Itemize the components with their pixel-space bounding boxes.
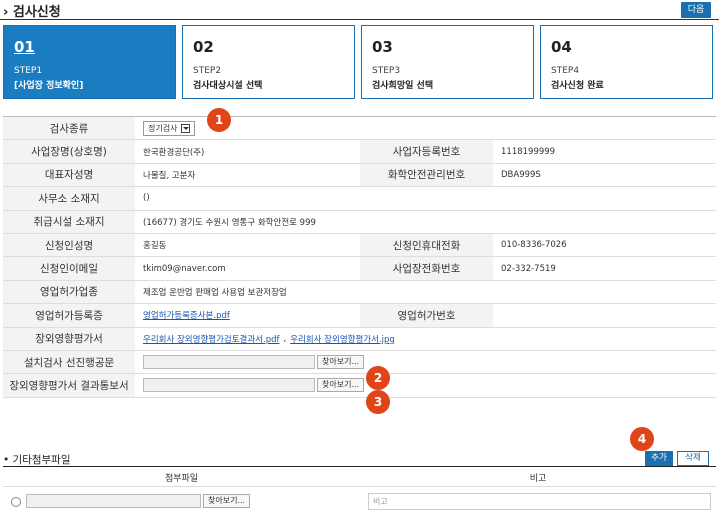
offsite-result-doc-browse-button[interactable]: 찾아보기... xyxy=(317,378,365,393)
next-button[interactable]: 다음 xyxy=(681,2,711,18)
license-type-label: 영업허가업종 xyxy=(3,280,135,304)
attachments-title: • 기타첨부파일 xyxy=(3,454,71,466)
offsite-result-doc-label: 장외영향평가서 결과통보서 xyxy=(3,374,135,397)
callout-badge-2: 2 xyxy=(366,366,390,390)
pre-install-doc-browse-button[interactable]: 찾아보기... xyxy=(317,355,365,370)
attachment-file-input[interactable] xyxy=(26,494,201,508)
offsite-result-doc-file-input[interactable] xyxy=(143,378,315,393)
step-desc: 검사대상시설 선택 xyxy=(193,81,263,91)
step-number: 03 xyxy=(372,38,393,56)
inspection-type-label: 검사종류 xyxy=(3,117,135,140)
page-title: › 검사신청 xyxy=(3,5,61,20)
add-attachment-button[interactable]: 추가 xyxy=(645,451,673,466)
attachment-row: 찾아보기... 비고 xyxy=(3,493,716,515)
attachments-header: 첨부파일 비고 xyxy=(3,468,716,487)
representative-value: 나물질, 고분자 xyxy=(143,170,196,181)
row-facility-address: 취급시설 소재지 (16677) 경기도 수원시 영통구 화학안전로 999 xyxy=(3,210,716,234)
applicant-email-label: 신청인이메일 xyxy=(3,257,135,280)
offsite-assessment-label: 장외영향평가서 xyxy=(3,327,135,350)
attachment-browse-button[interactable]: 찾아보기... xyxy=(203,494,251,508)
license-type-value: 제조업 운반업 판매업 사용업 보관저장업 xyxy=(143,287,287,298)
step-desc: 검사희망일 선택 xyxy=(372,81,434,91)
step-indicator: 01 STEP1 [사업장 정보확인] 02 STEP2 검사대상시설 선택 0… xyxy=(3,25,716,99)
facility-address-value: (16677) 경기도 수원시 영통구 화학안전로 999 xyxy=(143,217,316,228)
applicant-email-value: tkim09@naver.com xyxy=(143,263,226,274)
biz-reg-no-value: 1118199999 xyxy=(501,146,556,157)
row-inspection-type: 검사종류 정기검사 xyxy=(3,117,716,141)
business-phone-label: 사업장전화번호 xyxy=(360,257,493,280)
office-address-label: 사무소 소재지 xyxy=(3,187,135,210)
offsite-review-file-link[interactable]: 우리회사 장외영향평가검토결과서.pdf xyxy=(143,333,280,345)
pre-install-doc-label: 설치검사 선진행공문 xyxy=(3,350,135,374)
delete-attachment-button[interactable]: 삭제 xyxy=(677,451,709,466)
pre-install-doc-file-input[interactable] xyxy=(143,355,315,370)
column-header-note: 비고 xyxy=(529,474,547,484)
callout-badge-4: 4 xyxy=(630,427,654,451)
step-label: STEP2 xyxy=(193,66,222,76)
business-phone-value: 02-332-7519 xyxy=(501,263,556,274)
dropdown-arrow-icon xyxy=(181,123,191,133)
applicant-mobile-value: 010-8336-7026 xyxy=(501,240,567,251)
file-separator: , xyxy=(283,333,287,344)
facility-address-label: 취급시설 소재지 xyxy=(3,210,135,233)
row-contact: 신청인이메일 tkim09@naver.com 사업장전화번호 02-332-7… xyxy=(3,257,716,281)
row-representative: 대표자성명 나물질, 고분자 화학안전관리번호 DBA999S xyxy=(3,163,716,188)
step-label: STEP1 xyxy=(14,66,43,76)
row-license-type: 영업허가업종 제조업 운반업 판매업 사용업 보관저장업 xyxy=(3,280,716,305)
chem-safety-no-label: 화학안전관리번호 xyxy=(360,163,493,187)
row-offsite-assessment: 장외영향평가서 우리회사 장외영향평가검토결과서.pdf , 우리회사 장외영향… xyxy=(3,327,716,351)
step-desc: [사업장 정보확인] xyxy=(14,81,84,91)
offsite-assessment-file-link[interactable]: 우리회사 장외영향평가서.jpg xyxy=(290,333,395,345)
column-header-file: 첨부파일 xyxy=(164,474,199,484)
section-divider xyxy=(3,466,716,467)
office-address-value: () xyxy=(143,193,150,204)
license-certificate-label: 영업허가등록증 xyxy=(3,304,135,327)
row-pre-install-doc: 설치검사 선진행공문 찾아보기... xyxy=(3,350,716,375)
step-number: 04 xyxy=(551,38,572,56)
callout-badge-1: 1 xyxy=(207,108,231,132)
step-1: 01 STEP1 [사업장 정보확인] xyxy=(3,25,176,99)
row-offsite-result-doc: 장외영향평가서 결과통보서 찾아보기... xyxy=(3,374,716,398)
step-label: STEP3 xyxy=(372,66,401,76)
step-desc: 검사신청 완료 xyxy=(551,81,604,91)
inspection-type-select[interactable]: 정기검사 xyxy=(143,120,196,136)
step-3: 03 STEP3 검사희망일 선택 xyxy=(361,25,534,99)
step-2: 02 STEP2 검사대상시설 선택 xyxy=(182,25,355,99)
company-name-value: 한국환경공단(주) xyxy=(143,147,205,158)
representative-label: 대표자성명 xyxy=(3,163,135,187)
biz-reg-no-label: 사업자등록번호 xyxy=(360,140,493,163)
application-form: 검사종류 정기검사 사업장명(상호명) 한국환경공단(주) 사업자등록번호 11… xyxy=(3,116,716,398)
step-4: 04 STEP4 검사신청 완료 xyxy=(540,25,713,99)
chem-safety-no-value: DBA999S xyxy=(501,169,541,180)
row-company: 사업장명(상호명) 한국환경공단(주) 사업자등록번호 1118199999 xyxy=(3,140,716,164)
step-number: 01 xyxy=(14,38,35,56)
step-number: 02 xyxy=(193,38,214,56)
attachment-note-input[interactable]: 비고 xyxy=(368,493,711,510)
license-certificate-link[interactable]: 영업허가등록증사본.pdf xyxy=(143,309,230,321)
attachment-select-radio[interactable] xyxy=(11,497,21,507)
license-no-label: 영업허가번호 xyxy=(360,304,493,327)
page-header: › 검사신청 다음 xyxy=(0,0,719,20)
applicant-name-value: 홍길동 xyxy=(143,241,167,252)
row-office-address: 사무소 소재지 () xyxy=(3,187,716,211)
step-label: STEP4 xyxy=(551,66,580,76)
callout-badge-3: 3 xyxy=(366,390,390,414)
license-no-value xyxy=(493,304,716,326)
applicant-mobile-label: 신청인휴대전화 xyxy=(360,233,493,257)
company-name-label: 사업장명(상호명) xyxy=(3,140,135,163)
row-applicant: 신청인성명 홍길동 신청인휴대전화 010-8336-7026 xyxy=(3,233,716,258)
applicant-name-label: 신청인성명 xyxy=(3,233,135,257)
row-license: 영업허가등록증 영업허가등록증사본.pdf 영업허가번호 xyxy=(3,304,716,328)
